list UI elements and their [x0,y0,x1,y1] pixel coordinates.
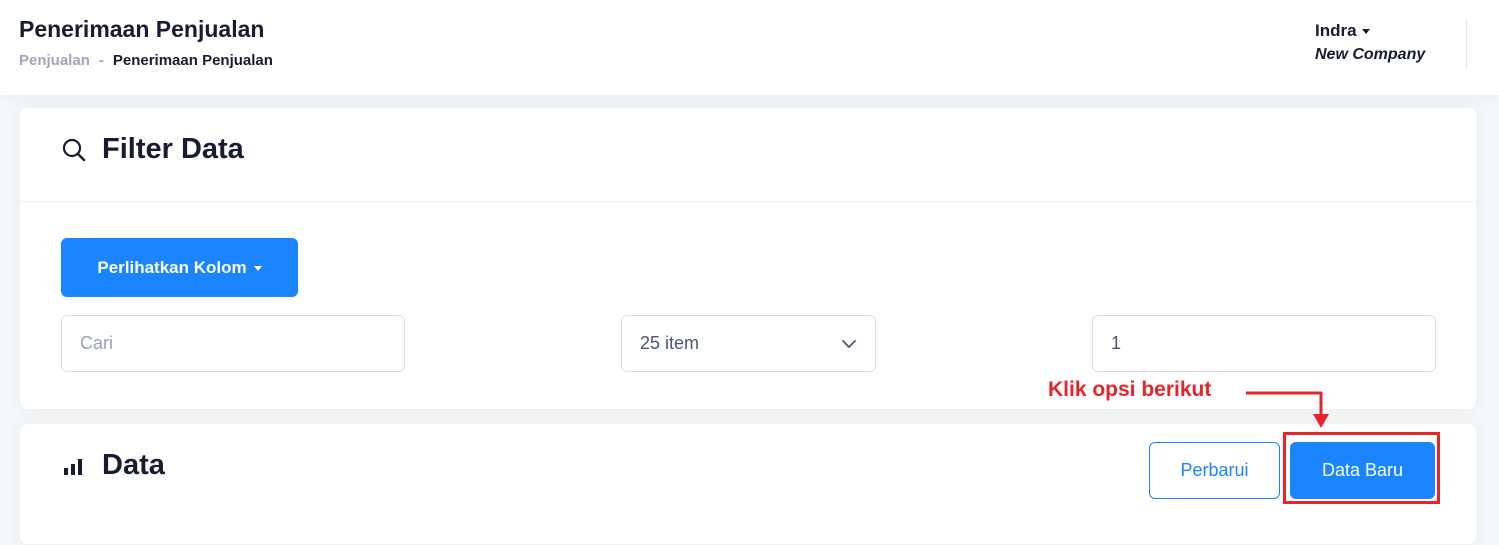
show-columns-button[interactable]: Perlihatkan Kolom [61,238,298,297]
filter-card-header: Filter Data [20,108,1476,202]
bar-chart-icon [60,452,88,480]
data-card-title: Data [60,449,165,482]
caret-down-icon [253,265,262,271]
caret-down-icon [1361,29,1370,34]
data-card: Data Perbarui Data Baru [19,423,1477,545]
breadcrumb: Penjualan - Penerimaan Penjualan [19,52,273,69]
filter-card-title-text: Filter Data [102,133,244,165]
new-data-button[interactable]: Data Baru [1290,442,1435,499]
search-input[interactable] [61,315,405,372]
search-icon [60,136,88,164]
header-divider [1466,20,1467,70]
new-data-label: Data Baru [1321,460,1404,480]
refresh-label: Perbarui [1180,460,1249,480]
page-size-value: 25 item [640,333,700,353]
data-card-title-text: Data [102,449,165,481]
breadcrumb-current: Penerimaan Penjualan [112,52,273,69]
page-title: Penerimaan Penjualan [19,16,265,42]
refresh-button[interactable]: Perbarui [1149,442,1280,499]
user-company: New Company [1315,46,1426,63]
user-name-toggle[interactable]: Indra [1315,21,1455,41]
app-header: Penerimaan Penjualan Penjualan - Penerim… [0,0,1499,95]
filter-card-title: Filter Data [60,133,244,166]
filter-card: Filter Data Perlihatkan Kolom 25 item [19,107,1477,410]
user-name: Indra [1315,21,1357,40]
show-columns-label: Perlihatkan Kolom [97,257,247,277]
breadcrumb-parent[interactable]: Penjualan [19,52,90,69]
page-number-input[interactable] [1092,315,1436,372]
annotation-text: Klik opsi berikut [1048,378,1212,401]
breadcrumb-separator: - [98,52,104,69]
user-menu[interactable]: Indra New Company [1315,21,1455,64]
page-size-select[interactable]: 25 item [621,315,876,372]
chevron-down-icon [841,336,857,352]
